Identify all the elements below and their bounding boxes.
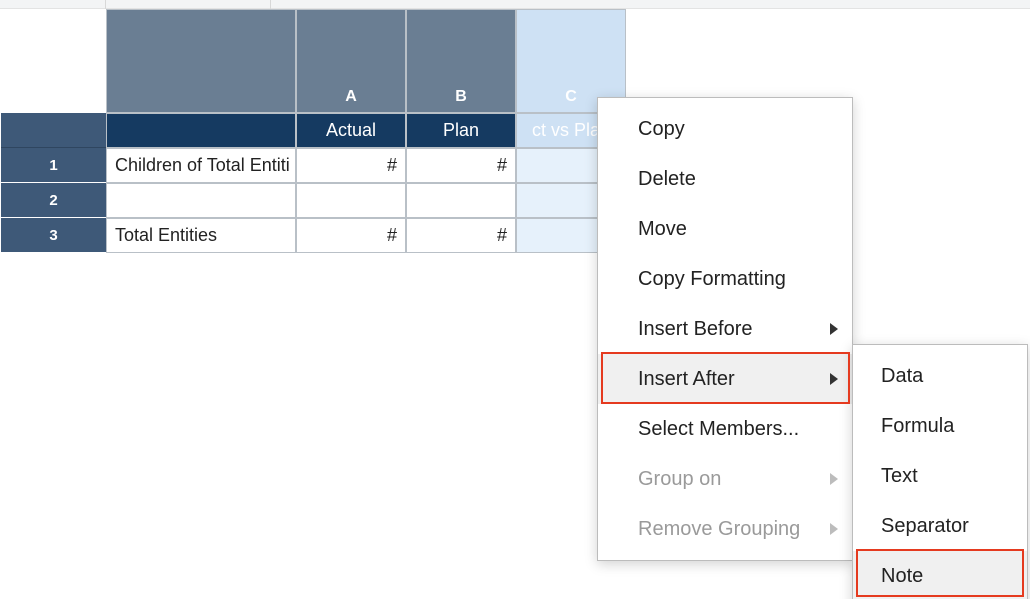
menu-item-label: Copy <box>638 118 685 141</box>
menu-item-group-on: Group on <box>598 454 852 504</box>
menu-item-insert-before[interactable]: Insert Before <box>598 304 852 354</box>
row-gutter-band <box>1 113 106 148</box>
submenu-arrow-icon <box>830 523 838 535</box>
menu-item-copy-formatting[interactable]: Copy Formatting <box>598 254 852 304</box>
submenu-arrow-icon <box>830 323 838 335</box>
context-menu: Copy Delete Move Copy Formatting Insert … <box>597 97 853 561</box>
menu-item-label: Move <box>638 218 687 241</box>
data-cell[interactable]: # <box>296 148 406 183</box>
data-cell[interactable]: # <box>406 148 516 183</box>
menu-item-label: Separator <box>881 515 969 538</box>
menu-item-label: Insert Before <box>638 318 753 341</box>
data-cell[interactable] <box>406 183 516 218</box>
submenu-item-separator[interactable]: Separator <box>853 501 1027 551</box>
menu-item-copy[interactable]: Copy <box>598 104 852 154</box>
column-letter[interactable]: B <box>406 9 516 113</box>
data-cell[interactable]: # <box>406 218 516 253</box>
menu-item-label: Group on <box>638 468 721 491</box>
row-label[interactable]: Children of Total Entiti <box>106 148 296 183</box>
row-number[interactable]: 3 <box>1 218 106 253</box>
label-column-header <box>106 9 296 113</box>
menu-item-select-members[interactable]: Select Members... <box>598 404 852 454</box>
label-column-subheader <box>106 113 296 148</box>
column-name[interactable]: Actual <box>296 113 406 148</box>
submenu-item-note[interactable]: Note <box>853 551 1027 599</box>
row-gutter-header <box>1 9 106 113</box>
submenu-item-data[interactable]: Data <box>853 351 1027 401</box>
menu-item-label: Remove Grouping <box>638 518 800 541</box>
row-number[interactable]: 2 <box>1 183 106 218</box>
submenu-item-formula[interactable]: Formula <box>853 401 1027 451</box>
data-cell[interactable] <box>296 183 406 218</box>
menu-item-label: Text <box>881 465 918 488</box>
menu-item-label: Data <box>881 365 923 388</box>
column-letter[interactable]: A <box>296 9 406 113</box>
row-label[interactable] <box>106 183 296 218</box>
menu-item-remove-grouping: Remove Grouping <box>598 504 852 554</box>
submenu-arrow-icon <box>830 473 838 485</box>
row-number[interactable]: 1 <box>1 148 106 183</box>
menu-item-label: Note <box>881 565 923 588</box>
menu-item-label: Insert After <box>638 368 735 391</box>
data-cell[interactable]: # <box>296 218 406 253</box>
menu-item-move[interactable]: Move <box>598 204 852 254</box>
menu-item-label: Copy Formatting <box>638 268 786 291</box>
context-submenu-insert-after: Data Formula Text Separator Note <box>852 344 1028 599</box>
menu-item-label: Select Members... <box>638 418 799 441</box>
column-name[interactable]: Plan <box>406 113 516 148</box>
row-label[interactable]: Total Entities <box>106 218 296 253</box>
menu-item-insert-after[interactable]: Insert After <box>598 354 852 404</box>
toolbar-strip <box>0 0 1030 9</box>
submenu-item-text[interactable]: Text <box>853 451 1027 501</box>
menu-item-label: Formula <box>881 415 954 438</box>
submenu-arrow-icon <box>830 373 838 385</box>
menu-item-label: Delete <box>638 168 696 191</box>
menu-item-delete[interactable]: Delete <box>598 154 852 204</box>
